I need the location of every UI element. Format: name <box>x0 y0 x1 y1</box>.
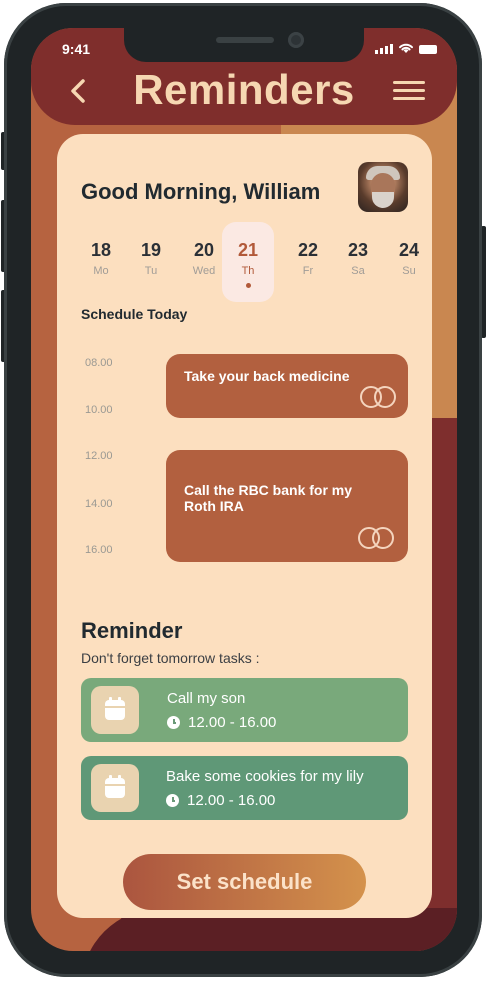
calendar-icon <box>105 775 125 798</box>
time-label: 16.00 <box>85 544 113 556</box>
greeting: Good Morning, William <box>81 179 321 204</box>
day-weekday: Th <box>241 265 255 277</box>
signal-icon <box>375 44 393 54</box>
day-weekday: Su <box>402 265 416 277</box>
reminder-task[interactable]: Bake some cookies for my lily 12.00 - 16… <box>81 756 408 820</box>
day-number: 18 <box>90 240 112 260</box>
day-item[interactable]: 19 Tu <box>125 222 177 302</box>
reminder-task[interactable]: Call my son 12.00 - 16.00 <box>81 678 408 742</box>
day-weekday: Mo <box>93 265 109 277</box>
main-card: Good Morning, William 18 Mo 19 Tu 20 Wed… <box>57 134 432 918</box>
battery-icon <box>419 45 437 54</box>
status-icons <box>375 43 437 54</box>
speaker <box>216 37 274 43</box>
task-name: Call my son <box>167 690 246 707</box>
task-name: Bake some cookies for my lily <box>166 768 364 785</box>
clock-icon <box>166 794 179 807</box>
header: 9:41 Reminders <box>31 28 457 125</box>
day-number: 23 <box>347 240 369 260</box>
task-time-text: 12.00 - 16.00 <box>188 714 277 731</box>
day-weekday: Tu <box>144 265 158 277</box>
event-text: Take your back medicine <box>184 368 350 384</box>
task-time: 12.00 - 16.00 <box>166 792 275 809</box>
day-number: 19 <box>140 240 162 260</box>
time-label: 08.00 <box>85 357 113 369</box>
task-time: 12.00 - 16.00 <box>167 714 276 731</box>
schedule-event[interactable]: Take your back medicine <box>166 354 408 418</box>
rings-icon <box>360 386 398 410</box>
day-number: 22 <box>297 240 319 260</box>
wifi-icon <box>399 43 413 53</box>
time-label: 12.00 <box>85 450 113 462</box>
day-item-selected[interactable]: 21 Th <box>222 222 274 302</box>
day-item[interactable]: 24 Su <box>383 222 435 302</box>
clock-icon <box>167 716 180 729</box>
day-item[interactable]: 23 Sa <box>332 222 384 302</box>
task-icon-box <box>91 764 139 812</box>
status-time: 9:41 <box>62 41 91 57</box>
calendar-icon <box>105 697 125 720</box>
app-screen: 9:41 Reminders Good Morning, William 18 … <box>31 28 457 951</box>
avatar[interactable] <box>358 162 408 212</box>
day-item[interactable]: 18 Mo <box>75 222 127 302</box>
day-number: 21 <box>237 240 259 260</box>
task-icon-box <box>91 686 139 734</box>
rings-icon <box>358 527 396 551</box>
day-weekday: Sa <box>351 265 365 277</box>
day-number: 24 <box>398 240 420 260</box>
schedule-title: Schedule Today <box>81 306 188 322</box>
time-label: 14.00 <box>85 498 113 510</box>
set-schedule-button[interactable]: Set schedule <box>123 854 366 910</box>
day-item[interactable]: 22 Fr <box>282 222 334 302</box>
notch <box>124 28 364 62</box>
day-weekday: Fr <box>302 265 314 277</box>
reminder-subtitle: Don't forget tomorrow tasks : <box>81 650 260 666</box>
selected-dot <box>245 283 251 288</box>
reminder-title: Reminder <box>81 618 183 643</box>
camera <box>288 32 304 48</box>
event-text: Call the RBC bank for my Roth IRA <box>184 482 353 514</box>
schedule-event[interactable]: Call the RBC bank for my Roth IRA <box>166 450 408 562</box>
menu-icon[interactable] <box>393 81 425 103</box>
date-selector: 18 Mo 19 Tu 20 Wed 21 Th 22 Fr 23 Sa 24 … <box>75 222 419 302</box>
task-time-text: 12.00 - 16.00 <box>187 792 276 809</box>
time-label: 10.00 <box>85 404 113 416</box>
